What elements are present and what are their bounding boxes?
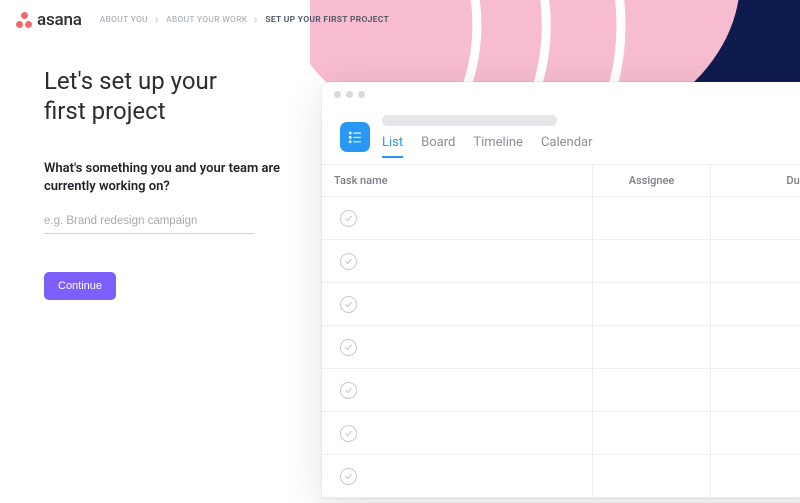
column-header-taskname: Task name (322, 165, 592, 196)
breadcrumb-step-2: ABOUT YOUR WORK (166, 15, 247, 25)
project-icon (340, 122, 370, 152)
task-row[interactable] (322, 369, 800, 412)
chevron-right-icon (154, 17, 160, 23)
page-title: Let's set up your first project (44, 66, 298, 126)
task-row[interactable] (322, 412, 800, 455)
task-rows-container (322, 197, 800, 498)
project-title-placeholder (382, 115, 557, 126)
column-header-assignee: Assignee (592, 165, 710, 196)
column-header-duedate: Due date (710, 165, 800, 196)
task-table-header: Task name Assignee Due date (322, 164, 800, 197)
chevron-right-icon (253, 17, 259, 23)
form-question: What's something you and your team are c… (44, 160, 294, 195)
project-preview-window: List Board Timeline Calendar Task name A… (322, 82, 800, 498)
task-row[interactable] (322, 326, 800, 369)
window-traffic-lights (322, 82, 800, 105)
traffic-light-dot (346, 91, 353, 98)
breadcrumb: ABOUT YOU ABOUT YOUR WORK SET UP YOUR FI… (100, 15, 389, 25)
complete-check-icon[interactable] (340, 382, 357, 399)
tab-calendar[interactable]: Calendar (541, 135, 593, 158)
complete-check-icon[interactable] (340, 468, 357, 485)
traffic-light-dot (358, 91, 365, 98)
complete-check-icon[interactable] (340, 425, 357, 442)
tab-board[interactable]: Board (421, 135, 455, 158)
page-title-line2: first project (44, 97, 166, 125)
breadcrumb-step-1: ABOUT YOU (100, 15, 148, 25)
asana-logo: asana (16, 10, 82, 30)
view-tabs: List Board Timeline Calendar (382, 135, 800, 158)
tab-list[interactable]: List (382, 135, 403, 158)
task-row[interactable] (322, 240, 800, 283)
list-icon (348, 130, 362, 144)
complete-check-icon[interactable] (340, 253, 357, 270)
task-row[interactable] (322, 197, 800, 240)
complete-check-icon[interactable] (340, 296, 357, 313)
asana-logo-icon (16, 12, 32, 28)
asana-logo-text: asana (37, 10, 82, 30)
traffic-light-dot (334, 91, 341, 98)
project-name-input[interactable] (44, 211, 254, 234)
complete-check-icon[interactable] (340, 210, 357, 227)
breadcrumb-step-3: SET UP YOUR FIRST PROJECT (265, 15, 389, 25)
continue-button[interactable]: Continue (44, 272, 116, 300)
task-row[interactable] (322, 455, 800, 498)
page-title-line1: Let's set up your (44, 67, 217, 95)
task-row[interactable] (322, 283, 800, 326)
tab-timeline[interactable]: Timeline (473, 135, 523, 158)
complete-check-icon[interactable] (340, 339, 357, 356)
